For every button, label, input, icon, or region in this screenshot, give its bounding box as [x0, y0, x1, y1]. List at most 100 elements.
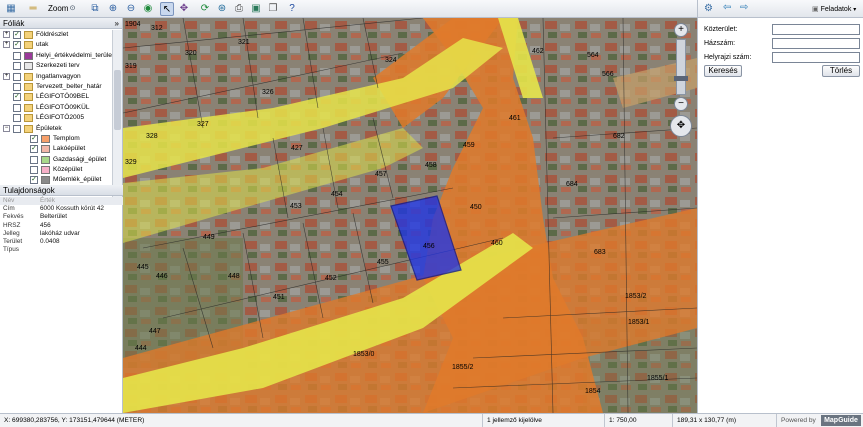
search-field-input[interactable] [772, 24, 860, 35]
layer-style-swatch [41, 176, 50, 185]
parcel-number-label: 454 [331, 191, 343, 198]
expand-toggle-icon[interactable]: − [3, 124, 10, 132]
back-icon[interactable]: ⊛ [215, 2, 229, 16]
layer-label: Középület [53, 166, 83, 174]
pan-compass-icon[interactable]: ✥ [670, 115, 692, 137]
parcel-number-label: 461 [509, 115, 521, 122]
layer-item[interactable]: ✓ Lakóépület [0, 144, 112, 154]
zoom-in-icon[interactable]: ⊕ [106, 2, 120, 16]
layer-item[interactable]: LÉGIFOTÓ09KÜL [0, 103, 112, 113]
layer-tree-scrollbar[interactable] [112, 30, 122, 197]
property-row: Cím 6000 Kossuth körút 42 [0, 205, 123, 213]
layer-label: Földrészlet [36, 31, 69, 38]
search-field-input[interactable] [772, 38, 860, 49]
parcel-number-label: 1853/0 [353, 351, 375, 358]
parcel-number-label: 446 [156, 273, 168, 280]
layer-item[interactable]: + Ingatlanvagyon [0, 72, 112, 82]
layer-checkbox[interactable] [13, 82, 21, 91]
parcel-number-label: 320 [185, 50, 197, 57]
layer-style-swatch [41, 155, 50, 164]
folder-icon [24, 82, 33, 91]
parcel-number-label: 684 [566, 181, 578, 188]
layer-checkbox[interactable] [13, 72, 21, 81]
property-row: HRSZ 456 [0, 222, 123, 230]
zoom-out-icon[interactable]: ⊖ [124, 2, 138, 16]
layer-label: Templom [53, 134, 80, 142]
powered-by-label: Powered by [781, 417, 816, 424]
layer-checkbox[interactable]: ✓ [30, 176, 38, 185]
pan-icon[interactable]: ✥ [177, 2, 191, 16]
layer-item[interactable]: Tervezett_belter_határ [0, 82, 112, 92]
property-key: Jelleg [3, 229, 20, 237]
parcel-number-label: 445 [137, 264, 149, 271]
layer-item[interactable]: Helyi_értékvédelmi_terület [0, 51, 112, 61]
help-icon[interactable]: ? [285, 2, 299, 16]
extent-readout: 189,31 x 130,77 (m) [673, 414, 777, 427]
parcel-number-label: 460 [491, 240, 503, 247]
layer-checkbox[interactable] [13, 62, 21, 71]
zoom-out-button[interactable]: − [674, 97, 688, 111]
layer-checkbox[interactable] [13, 51, 21, 60]
layer-style-swatch [41, 134, 50, 143]
refresh-icon[interactable]: ⟳ [198, 2, 212, 16]
parcel-number-label: 321 [238, 39, 250, 46]
layer-checkbox[interactable] [13, 114, 21, 123]
zoom-slider[interactable] [674, 39, 688, 95]
search-field-input[interactable] [772, 52, 860, 63]
layer-item[interactable]: Középület [0, 165, 112, 175]
expand-toggle-icon[interactable]: + [3, 72, 10, 80]
folder-icon [24, 72, 33, 81]
layer-item[interactable]: + ✓ Földrészlet [0, 30, 112, 40]
layer-label: Gazdasági_épület [53, 155, 107, 163]
map-view[interactable]: 312 321 320 319 326 324 328 327 329 427 459 458 457 4… [123, 18, 697, 413]
buffer-icon[interactable]: ▣ [249, 2, 263, 16]
measure-icon[interactable]: ═ [26, 2, 40, 16]
layer-checkbox[interactable]: ✓ [30, 145, 38, 154]
properties-panel-title: Tulajdonságok [3, 186, 55, 195]
search-button[interactable]: Keresés [704, 65, 742, 77]
layer-label: LÉGIFOTÓ09KÜL [36, 103, 90, 111]
layer-item[interactable]: LÉGIFOTÓ2005 [0, 113, 112, 123]
layer-checkbox[interactable]: ✓ [30, 134, 38, 143]
layer-checkbox[interactable]: ✓ [13, 93, 21, 102]
layer-checkbox[interactable] [30, 155, 38, 164]
select-pointer-icon[interactable]: ↖ [160, 2, 174, 16]
folder-icon [24, 93, 33, 102]
expand-toggle-icon[interactable]: + [3, 31, 10, 38]
folder-icon [24, 103, 33, 112]
layer-checkbox[interactable] [13, 103, 21, 112]
layer-checkbox[interactable] [13, 124, 21, 133]
layer-item[interactable]: ✓ LÉGIFOTÓ09BEL [0, 92, 112, 102]
parcel-number-label: 1855/1 [647, 375, 669, 382]
zoom-extent-icon[interactable]: ◉ [141, 2, 155, 16]
status-bar: X: 699380,283756, Y: 173151,479644 (METE… [0, 413, 863, 427]
clear-button[interactable]: Törlés [822, 65, 860, 77]
layer-item[interactable]: ✓ Templom [0, 134, 112, 144]
tasks-menu[interactable]: ▣ Feladatok ▾ [812, 5, 856, 13]
properties-panel: Tulajdonságok Név Érték Cím 6000 Kossuth … [0, 185, 123, 253]
print-view-icon[interactable]: ⧉ [88, 2, 102, 16]
layer-checkbox[interactable]: ✓ [13, 41, 21, 50]
layer-checkbox[interactable] [30, 166, 38, 175]
expand-toggle-icon[interactable]: + [3, 41, 10, 49]
collapse-panel-icon[interactable]: » [115, 18, 119, 29]
layer-checkbox[interactable]: ✓ [13, 31, 21, 39]
zoom-label[interactable]: Zoom [48, 4, 68, 13]
home-icon[interactable]: ⚙ [704, 3, 713, 14]
layer-item[interactable]: + ✓ utak [0, 40, 112, 50]
property-value: 0.0408 [40, 237, 60, 245]
layers-toggle-icon[interactable]: ▦ [4, 2, 18, 16]
zoom-slider-thumb[interactable] [674, 76, 688, 81]
property-key: Típus [3, 246, 19, 254]
layer-item[interactable]: Szerkezeti terv [0, 61, 112, 71]
zoom-in-button[interactable]: + [674, 23, 688, 37]
layer-item[interactable]: − Épületek [0, 124, 112, 134]
parcel-number-label: 683 [594, 249, 606, 256]
map-canvas[interactable]: 312 321 320 319 326 324 328 327 329 427 459 458 457 4… [123, 18, 697, 413]
zoom-dropdown-icon[interactable]: ⊙ [68, 2, 77, 16]
copy-icon[interactable]: ❐ [266, 2, 280, 16]
layer-item[interactable]: Gazdasági_épület [0, 155, 112, 165]
back-arrow-icon[interactable]: ⇦ [723, 2, 731, 13]
print-icon[interactable]: ⎙ [232, 2, 246, 16]
forward-arrow-icon[interactable]: ⇨ [740, 2, 748, 13]
